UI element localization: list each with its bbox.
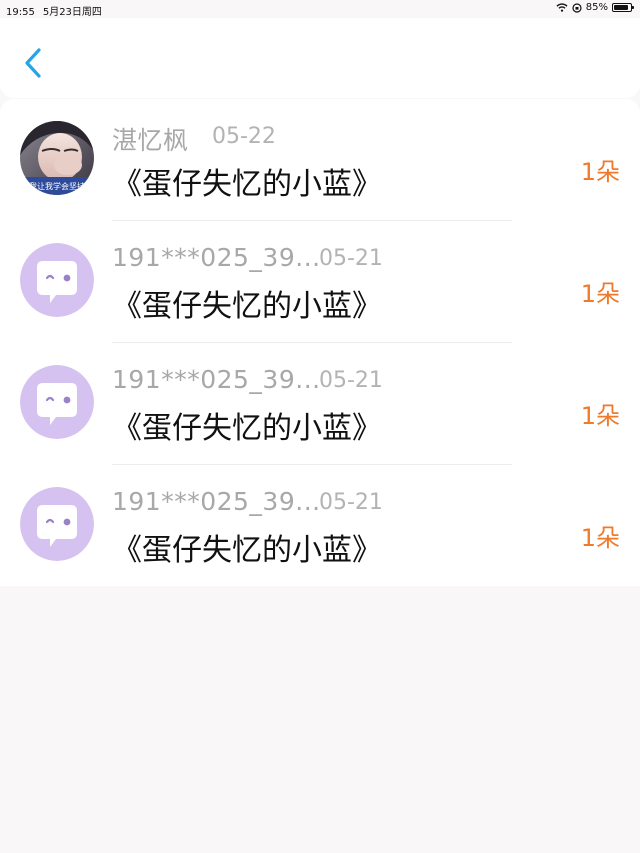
gift-record-list: 我让我学会坚持 湛忆枫 05-22 《蛋仔失忆的小蓝》 1朵 191***025…: [0, 99, 640, 586]
chat-bubble-icon: [20, 243, 94, 317]
battery-percent: 85%: [585, 2, 608, 13]
orientation-lock-icon: [572, 2, 582, 13]
avatar[interactable]: 我让我学会坚持: [20, 121, 94, 195]
record-date: 05-22: [212, 124, 276, 149]
status-right: 85%: [556, 2, 634, 13]
work-title: 《蛋仔失忆的小蓝》: [112, 533, 382, 568]
flower-count: 1朵: [580, 158, 620, 186]
record-date: 05-21: [319, 246, 383, 271]
flower-count: 1朵: [580, 280, 620, 308]
wifi-icon: [556, 3, 568, 12]
sender-name: 湛忆枫: [112, 126, 189, 155]
list-item[interactable]: 191***025_39... 05-21 《蛋仔失忆的小蓝》 1朵: [0, 343, 640, 465]
avatar[interactable]: [20, 243, 94, 317]
work-title: 《蛋仔失忆的小蓝》: [112, 411, 382, 446]
battery-icon: [612, 3, 634, 12]
avatar-banner-text: 我让我学会坚持: [29, 181, 85, 191]
status-bar: 19:55 5月23日周四 85%: [0, 0, 640, 18]
battery-level-fill: [614, 5, 628, 10]
nav-bar: [0, 18, 640, 98]
list-item[interactable]: 我让我学会坚持 湛忆枫 05-22 《蛋仔失忆的小蓝》 1朵: [0, 99, 640, 221]
status-time: 19:55: [6, 7, 35, 18]
list-item[interactable]: 191***025_39... 05-21 《蛋仔失忆的小蓝》 1朵: [0, 221, 640, 343]
avatar[interactable]: [20, 365, 94, 439]
user-photo-avatar: 我让我学会坚持: [20, 121, 94, 195]
back-button[interactable]: [16, 42, 52, 82]
avatar[interactable]: [20, 487, 94, 561]
list-item[interactable]: 191***025_39... 05-21 《蛋仔失忆的小蓝》 1朵: [0, 465, 640, 587]
sender-name: 191***025_39...: [112, 487, 321, 516]
status-left: 19:55 5月23日周四: [6, 3, 102, 18]
sender-name: 191***025_39...: [112, 243, 321, 272]
chat-bubble-icon: [20, 365, 94, 439]
sender-name: 191***025_39...: [112, 365, 321, 394]
chevron-left-icon: [25, 48, 41, 78]
status-date: 5月23日周四: [42, 7, 102, 18]
work-title: 《蛋仔失忆的小蓝》: [112, 289, 382, 324]
record-date: 05-21: [319, 490, 383, 515]
record-date: 05-21: [319, 368, 383, 393]
flower-count: 1朵: [580, 524, 620, 552]
chat-bubble-icon: [20, 487, 94, 561]
work-title: 《蛋仔失忆的小蓝》: [112, 167, 382, 202]
flower-count: 1朵: [580, 402, 620, 430]
